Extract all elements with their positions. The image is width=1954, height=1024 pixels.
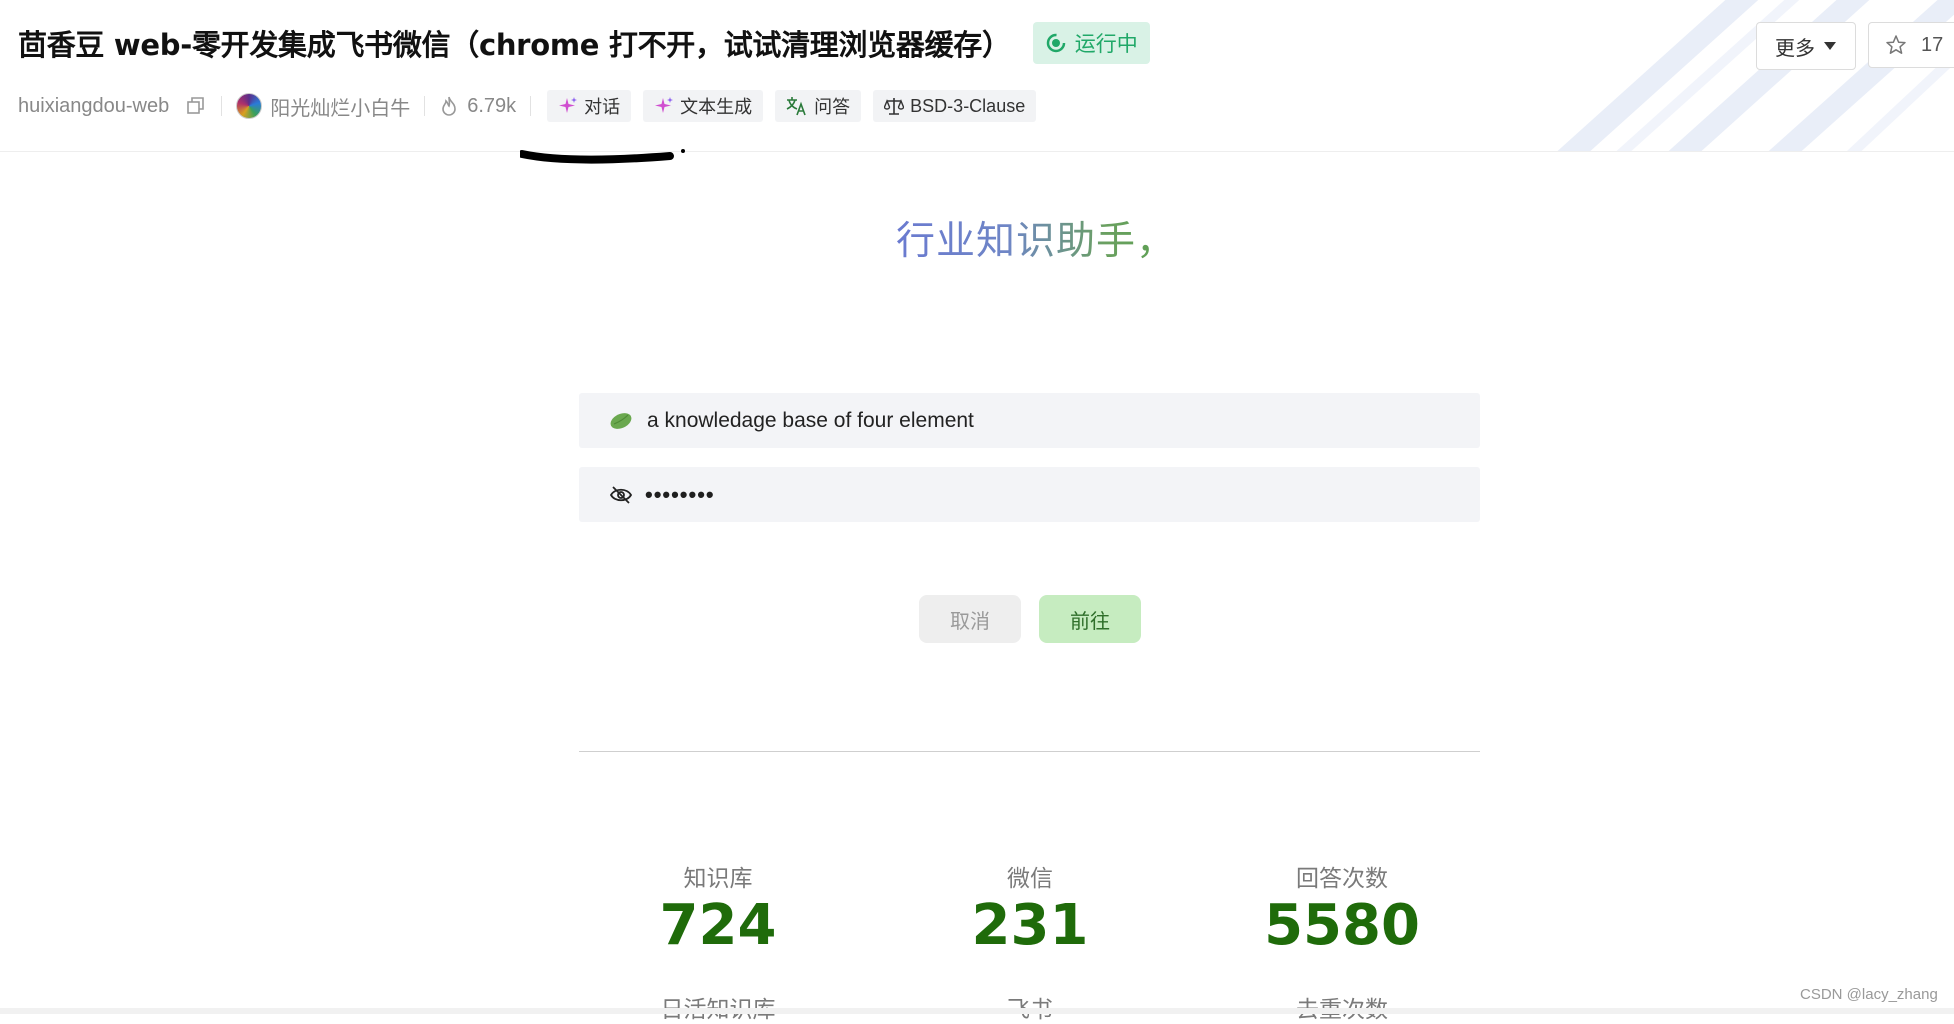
divider — [579, 751, 1480, 752]
status-badge: 运行中 — [1032, 22, 1150, 64]
repo-name[interactable]: huixiangdou-web — [18, 95, 207, 118]
scale-icon — [884, 98, 905, 115]
fire-icon — [442, 96, 457, 116]
status-text: 运行中 — [1074, 33, 1138, 56]
avatar — [236, 93, 263, 119]
stat-value: 5580 — [1264, 893, 1420, 958]
stat-sub-label: 日活知识库 — [588, 990, 848, 1024]
translate-icon — [786, 97, 806, 116]
tag-list: 对话 文本生成 问答 BSD-3-Clause — [547, 90, 1037, 122]
page-header: 茴香豆 web-零开发集成飞书微信（chrome 打不开，试试清理浏览器缓存） … — [0, 0, 1954, 152]
separator — [424, 96, 426, 116]
more-button[interactable]: 更多 — [1756, 22, 1856, 70]
sparkle-icon — [655, 97, 674, 113]
running-icon — [1046, 33, 1065, 53]
meta-row: huixiangdou-web 阳光灿烂小白牛 6.79k 对话 文本生成 问答… — [18, 90, 1037, 122]
eye-off-icon[interactable] — [609, 484, 633, 506]
cancel-button[interactable]: 取消 — [919, 595, 1021, 643]
star-count: 17 — [1921, 33, 1944, 56]
bottom-strip — [0, 1008, 1954, 1014]
stat-value: 724 — [659, 893, 777, 958]
tag-license[interactable]: BSD-3-Clause — [873, 90, 1037, 122]
page-title: 茴香豆 web-零开发集成飞书微信（chrome 打不开，试试清理浏览器缓存） — [18, 28, 1011, 62]
sparkle-icon — [559, 97, 578, 113]
go-button[interactable]: 前往 — [1039, 595, 1141, 643]
stat-sub-label: 飞书 — [900, 990, 1160, 1024]
author[interactable]: 阳光灿烂小白牛 — [236, 92, 410, 121]
tag-qa[interactable]: 问答 — [775, 90, 862, 122]
stat-label: 微信 — [1007, 866, 1053, 892]
bean-icon — [610, 412, 632, 429]
stat-label: 回答次数 — [1296, 866, 1388, 892]
tag-text-generation[interactable]: 文本生成 — [643, 90, 764, 122]
stat-label: 知识库 — [683, 866, 753, 892]
password-input[interactable]: •••••••• — [645, 482, 715, 508]
stat-sub-label: 去重次数 — [1212, 990, 1472, 1024]
stat-value: 231 — [971, 893, 1089, 958]
tag-chat[interactable]: 对话 — [547, 90, 632, 122]
watermark: CSDN @lacy_zhang — [1800, 986, 1938, 1003]
separator — [221, 96, 223, 116]
copy-icon[interactable] — [185, 95, 207, 117]
caret-down-icon — [1824, 42, 1836, 50]
views: 6.79k — [439, 95, 516, 118]
password-field[interactable]: •••••••• — [579, 467, 1480, 522]
star-icon — [1886, 35, 1906, 54]
separator — [530, 96, 532, 116]
knowledge-base-field[interactable] — [579, 393, 1480, 448]
redaction-scribble — [520, 149, 685, 164]
star-button[interactable]: 17 — [1868, 22, 1954, 68]
hero-heading: 行业知识助手， — [896, 210, 1176, 266]
knowledge-base-input[interactable] — [645, 407, 1449, 434]
